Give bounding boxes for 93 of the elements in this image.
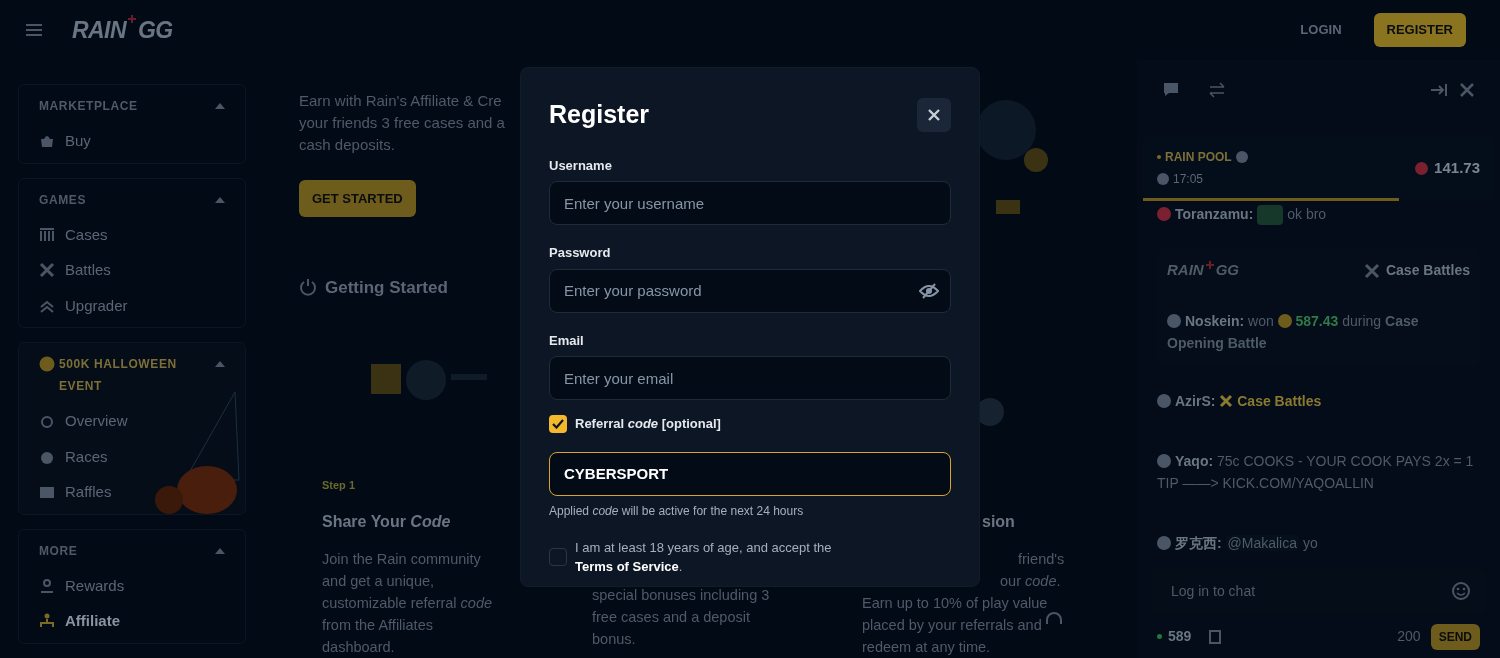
sidebar-item[interactable]: Overview: [39, 410, 128, 433]
step-title: Share Your Code: [322, 512, 451, 532]
checkbox[interactable]: [549, 414, 567, 433]
person-icon: [39, 577, 55, 594]
login-button[interactable]: LOGIN: [1300, 20, 1342, 40]
sidebar-item[interactable]: Upgrader: [39, 294, 128, 317]
close-chat-button[interactable]: [1460, 83, 1474, 97]
avatar-icon: [1157, 207, 1171, 221]
menu-button[interactable]: [26, 24, 42, 36]
step-label: Step 1: [322, 478, 355, 492]
input-field[interactable]: Enter your password: [549, 268, 951, 313]
field-label: Password: [549, 244, 612, 262]
sidebar-item[interactable]: Affiliate: [39, 610, 120, 633]
avatar-icon: [1157, 453, 1171, 468]
character-count: 200: [1397, 627, 1421, 647]
close-button[interactable]: [917, 97, 951, 132]
avatar-icon: [1167, 313, 1181, 328]
step-text: customizable referral code: [322, 594, 493, 613]
dialog-title: Register: [549, 99, 650, 130]
section-title: MORE: [39, 542, 78, 560]
intro-text: Earn with Rain's Affiliate & Cre: [299, 91, 502, 111]
close-icon: [928, 108, 940, 121]
referral-code-field[interactable]: CYBERSPORT: [549, 451, 951, 496]
referral-label: Referral code [optional]: [575, 415, 721, 433]
avatar-icon: [1157, 535, 1171, 550]
step-text: Earn up to 10% of play value: [862, 594, 1048, 613]
dot-icon: [1157, 155, 1161, 159]
sticker-icon: [1257, 205, 1284, 226]
sidebar-item[interactable]: Rewards: [39, 574, 125, 597]
basket-icon: [39, 133, 55, 150]
online-count: 589: [1168, 627, 1192, 647]
terms-link[interactable]: Terms of Service: [575, 558, 679, 574]
section-heading: Getting Started: [325, 276, 448, 299]
chat-message: Toranzamu: ok bro: [1157, 203, 1480, 226]
plus-icon: [127, 14, 136, 23]
logo-text: GG: [1215, 260, 1239, 281]
step-text: redeem at any time.: [862, 638, 991, 657]
step-text: dashboard.: [322, 638, 395, 657]
network-icon: [39, 613, 55, 630]
columns-icon: [39, 226, 55, 243]
pool-amount: 141.73: [1434, 157, 1480, 178]
intro-text: your friends 3 free cases and a: [299, 113, 505, 133]
plus-icon: [1205, 261, 1214, 270]
collapse-button[interactable]: [1430, 82, 1448, 98]
sidebar-item[interactable]: Raffles: [39, 481, 112, 504]
terms-text: I am at least 18 years of age, and accept the Terms of Service.: [575, 538, 833, 576]
register-button[interactable]: REGISTER: [1373, 13, 1466, 47]
field-label: Email: [549, 331, 585, 350]
eye-off-icon[interactable]: [919, 282, 939, 299]
online-dot-icon: [1157, 634, 1162, 640]
step-text: placed by your referrals and: [862, 616, 1042, 635]
intro-text: cash deposits.: [299, 135, 395, 155]
logo-text: RAIN: [72, 15, 126, 45]
logo-text: RAIN: [1167, 260, 1204, 281]
pool-timer: 17:05: [1173, 171, 1204, 188]
checkbox[interactable]: [549, 547, 567, 566]
ring-icon: [39, 413, 55, 430]
avatar-icon: [1157, 393, 1171, 408]
section-title: MARKETPLACE: [39, 98, 138, 115]
step-text: friend's: [1018, 550, 1065, 569]
step-text: our code.: [1000, 572, 1061, 591]
input-field[interactable]: Enter your email: [549, 356, 951, 400]
field-label: Username: [549, 156, 613, 175]
section-title: 500K HALLOWEEN EVENT: [59, 356, 178, 395]
step-text: Join the Rain community: [322, 550, 481, 569]
get-started-button[interactable]: GET STARTED: [299, 180, 416, 217]
rain-pool-title: RAIN POOL: [1165, 149, 1232, 166]
chat-message: Yaqo: 75c COOKS - YOUR COOK PAYS 2x = 1 TIP ——> KICK.COM/YAQOALLIN: [1157, 451, 1475, 493]
sidebar-item[interactable]: Races: [39, 445, 108, 468]
logo-text: GG: [137, 15, 173, 45]
chat-message: AzirS: Case Battles: [1157, 389, 1480, 412]
step-text: and get a unique,: [322, 572, 435, 591]
referral-hint: Applied code will be active for the next 24 hours: [549, 502, 804, 520]
send-button[interactable]: SEND: [1430, 623, 1480, 650]
chat-message: Noskein: won 587.43 during Case Opening Battle: [1167, 311, 1420, 353]
coin-icon: [39, 356, 55, 372]
game-label: Case Battles: [1385, 261, 1470, 281]
sidebar-item[interactable]: Cases: [39, 223, 108, 246]
sidebar-item[interactable]: Buy: [39, 130, 91, 153]
coin-icon: [1277, 313, 1292, 328]
section-title: GAMES: [39, 191, 86, 209]
power-icon: [299, 278, 317, 297]
chat-button[interactable]: [1163, 82, 1179, 98]
step-title: sion: [982, 512, 1015, 532]
sidebar-item[interactable]: Battles: [39, 259, 111, 282]
input-field[interactable]: Enter your username: [549, 181, 951, 225]
smiley-icon: [1452, 581, 1470, 600]
step-text: special bonuses including 3: [592, 586, 770, 605]
step-text: free cases and a deposit: [592, 608, 750, 627]
chat-message: 罗克西: @Makalica yo: [1157, 531, 1480, 554]
step-text: from the Affiliates: [322, 616, 433, 635]
step-text: bonus.: [592, 630, 636, 649]
swap-button[interactable]: [1209, 82, 1225, 98]
